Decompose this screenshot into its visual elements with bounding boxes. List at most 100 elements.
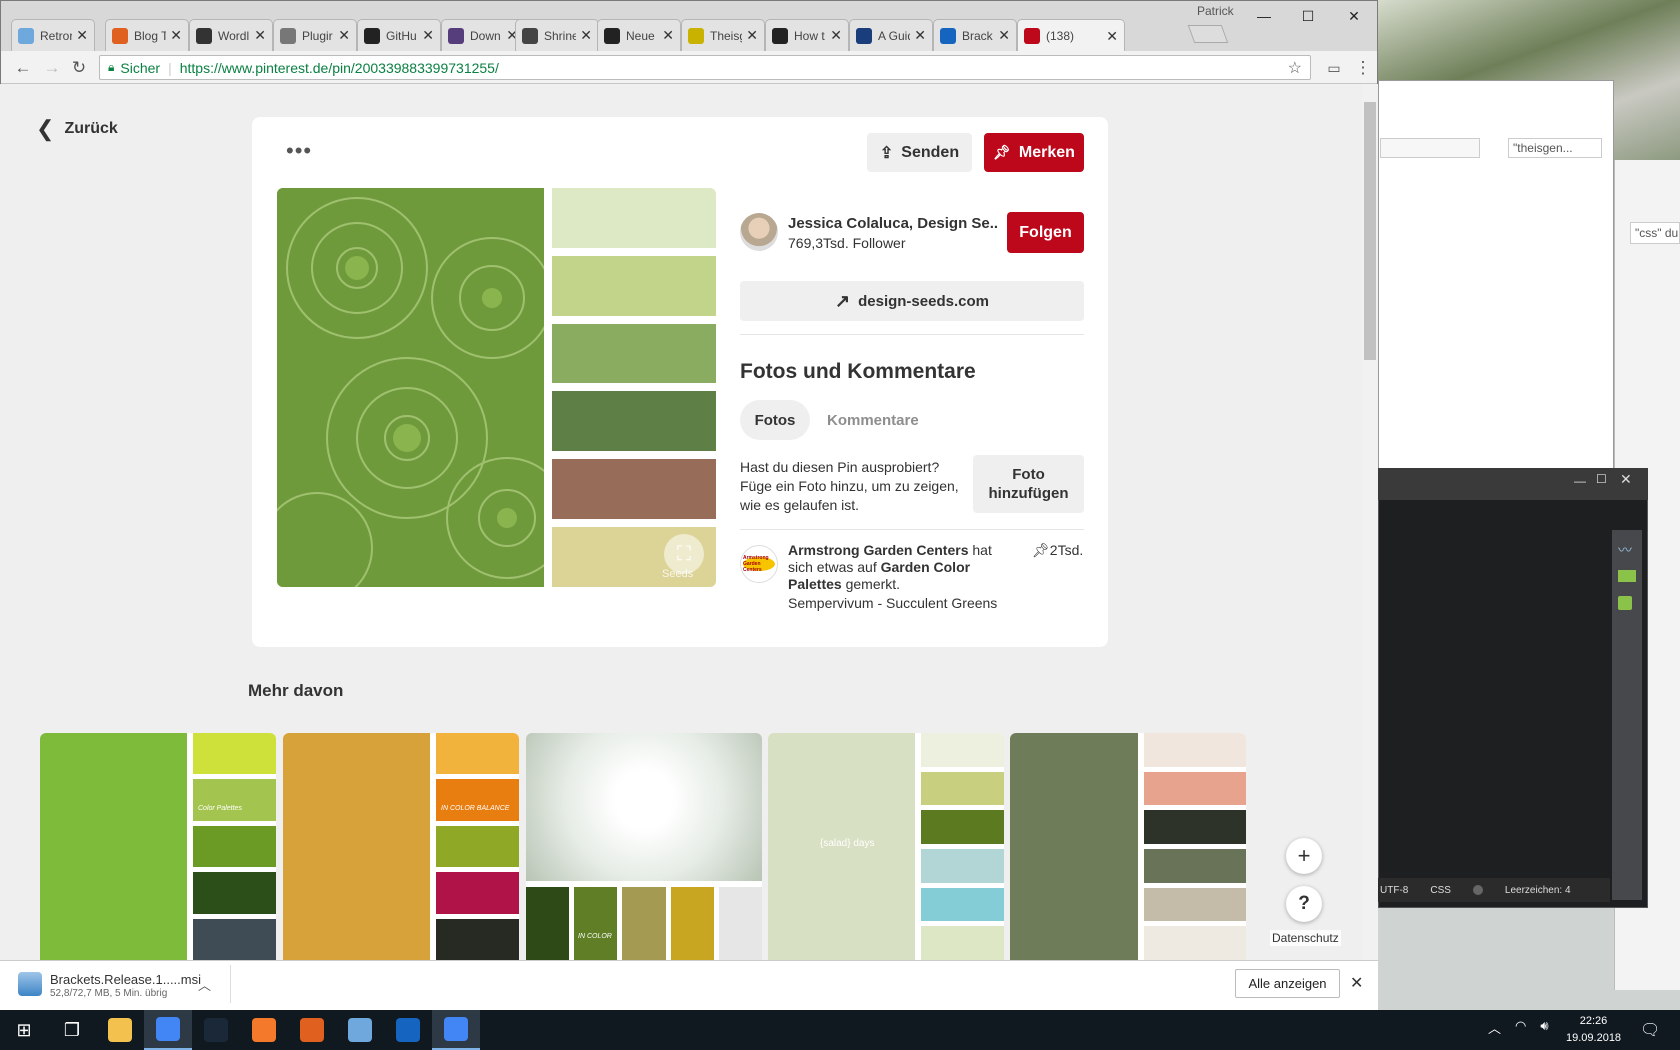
live-preview-icon[interactable]: 〰 (1618, 540, 1636, 560)
chevron-up-icon[interactable]: ︿ (198, 975, 211, 994)
tab-photos[interactable]: Fotos (740, 400, 810, 440)
installer-icon[interactable] (18, 972, 42, 996)
url-text[interactable]: https://www.pinterest.de/pin/20033988339… (180, 60, 499, 76)
minimize-icon[interactable]: — (1241, 3, 1287, 29)
steam-icon[interactable] (192, 1010, 240, 1050)
task-view-icon[interactable]: ❐ (48, 1010, 96, 1050)
close-icon[interactable]: ✕ (170, 27, 182, 44)
secure-label[interactable]: Sicher (120, 60, 160, 76)
file-explorer-icon[interactable] (96, 1010, 144, 1050)
close-icon[interactable]: ✕ (580, 27, 592, 44)
follow-button[interactable]: Folgen (1007, 212, 1084, 253)
saver-name[interactable]: Armstrong Garden Centers (788, 542, 968, 558)
tab-comments[interactable]: Kommentare (827, 412, 919, 429)
close-icon[interactable]: ✕ (746, 27, 758, 44)
background-search-field[interactable]: "css" du (1630, 222, 1680, 244)
arrow-up-right-icon: ↗ (835, 290, 851, 311)
more-pin-card[interactable]: {salad} days (768, 733, 1004, 960)
cast-icon[interactable]: ▭ (1323, 57, 1345, 79)
menu-dots-icon[interactable]: ⋮ (1352, 57, 1374, 79)
source-link-button[interactable]: ↗ design-seeds.com (740, 281, 1084, 321)
lock-icon[interactable]: 🔒︎ (108, 60, 114, 75)
close-icon[interactable]: ✕ (1620, 471, 1632, 488)
pin-image[interactable] (277, 188, 544, 587)
help-icon[interactable]: ? (1286, 886, 1322, 922)
minimize-icon[interactable]: — (1574, 474, 1586, 488)
tab-github[interactable]: GitHu ✕ (357, 19, 441, 51)
tab-theisgen[interactable]: Theisg ✕ (681, 19, 765, 51)
close-icon[interactable]: ✕ (1106, 28, 1118, 45)
close-icon[interactable]: ✕ (1331, 3, 1377, 29)
more-options-icon[interactable]: ••• (286, 138, 312, 164)
send-button[interactable]: ⇪ Senden (867, 133, 972, 172)
star-icon[interactable]: ☆ (1288, 58, 1302, 78)
tab-wordpress[interactable]: Plugir ✕ (273, 19, 357, 51)
more-pin-card[interactable] (1010, 733, 1246, 960)
explorer-address-bar[interactable] (1380, 138, 1480, 158)
tab-brackets-blue[interactable]: Brack ✕ (933, 19, 1017, 51)
more-pin-card[interactable]: Color Palettes (40, 733, 276, 960)
bootstrap-icon (448, 27, 464, 44)
close-icon[interactable]: ✕ (662, 27, 674, 44)
save-button[interactable]: 📌︎ Merken (984, 133, 1084, 172)
add-photo-button[interactable]: Foto hinzufügen (973, 455, 1084, 513)
tab-eye[interactable]: Neue ✕ (597, 19, 681, 51)
volume-icon[interactable]: 🔊︎ (1540, 1018, 1548, 1037)
tab-circle[interactable]: Shrine ✕ (515, 19, 599, 51)
new-tab-button[interactable] (1187, 25, 1229, 43)
tab-floppy[interactable]: Wordl ✕ (189, 19, 273, 51)
plus-icon[interactable]: + (1286, 838, 1322, 874)
brackets-blue-icon[interactable] (384, 1010, 432, 1050)
explorer-search-field[interactable]: "theisgen... (1508, 138, 1602, 158)
tab-hg[interactable]: A Guid ✕ (849, 19, 933, 51)
download-filename[interactable]: Brackets.Release.1.....msi (50, 972, 201, 987)
saver-avatar[interactable]: Armstrong Garden Centers (740, 545, 778, 583)
indent-indicator[interactable]: Leerzeichen: 4 (1505, 885, 1571, 896)
encoding-select[interactable]: UTF-8 (1380, 885, 1408, 896)
system-tray: ︿ ◠ 🔊︎ (1488, 1018, 1549, 1037)
close-icon[interactable]: ✕ (998, 27, 1010, 44)
show-all-button[interactable]: Alle anzeigen (1235, 969, 1340, 998)
network-icon[interactable]: ◠ (1515, 1018, 1526, 1037)
tab-bootstrap[interactable]: Down ✕ (441, 19, 525, 51)
close-icon[interactable]: ✕ (1350, 973, 1363, 993)
scrollbar-thumb[interactable] (1364, 102, 1376, 360)
privacy-link[interactable]: Datenschutz (1270, 930, 1341, 946)
chrome-2-icon[interactable] (432, 1010, 480, 1050)
forward-arrow-icon[interactable]: → (41, 57, 63, 79)
brackets-titlebar[interactable]: — ☐ ✕ (1378, 468, 1648, 500)
more-pin-card[interactable]: IN COLOR BALANCE (283, 733, 519, 960)
maximize-icon[interactable]: ☐ (1596, 472, 1607, 486)
address-bar[interactable]: 🔒︎ Sicher | https://www.pinterest.de/pin… (99, 55, 1311, 80)
maximize-icon[interactable]: ☐ (1285, 3, 1331, 29)
close-icon[interactable]: ✕ (338, 27, 350, 44)
close-icon[interactable]: ✕ (914, 27, 926, 44)
back-link[interactable]: ❮ Zurück (36, 116, 118, 142)
close-icon[interactable]: ✕ (76, 27, 88, 44)
notifications-icon[interactable]: 🗨︎ (1640, 1020, 1660, 1040)
extension-icon[interactable] (1618, 570, 1636, 582)
chrome-icon[interactable] (144, 1010, 192, 1050)
brackets-window[interactable] (1378, 468, 1648, 908)
language-select[interactable]: CSS (1430, 885, 1451, 896)
chevron-up-icon[interactable]: ︿ (1488, 1018, 1501, 1037)
brackets-icon[interactable] (288, 1010, 336, 1050)
tab-medium[interactable]: How t ✕ (765, 19, 849, 51)
tab-brackets[interactable]: Blog T ✕ (105, 19, 189, 51)
windows-start-icon[interactable]: ⊞ (0, 1010, 48, 1050)
close-icon[interactable]: ✕ (254, 27, 266, 44)
tab-pinterest[interactable]: (138) ✕ (1017, 19, 1125, 52)
more-pin-card[interactable]: IN COLOR (526, 733, 762, 960)
profile-name[interactable]: Patrick (1197, 4, 1234, 18)
clock[interactable]: 22:26 19.09.2018 (1566, 1013, 1621, 1047)
notepad-icon[interactable] (336, 1010, 384, 1050)
tab-retro[interactable]: Retror ✕ (11, 19, 95, 51)
blender-icon[interactable] (240, 1010, 288, 1050)
author-name[interactable]: Jessica Colaluca, Design Se... (788, 215, 998, 232)
reload-icon[interactable]: ↻ (68, 57, 90, 79)
close-icon[interactable]: ✕ (422, 27, 434, 44)
back-arrow-icon[interactable]: ← (12, 57, 34, 79)
gift-icon[interactable] (1618, 596, 1632, 610)
close-icon[interactable]: ✕ (830, 27, 842, 44)
author-avatar[interactable] (740, 213, 778, 251)
